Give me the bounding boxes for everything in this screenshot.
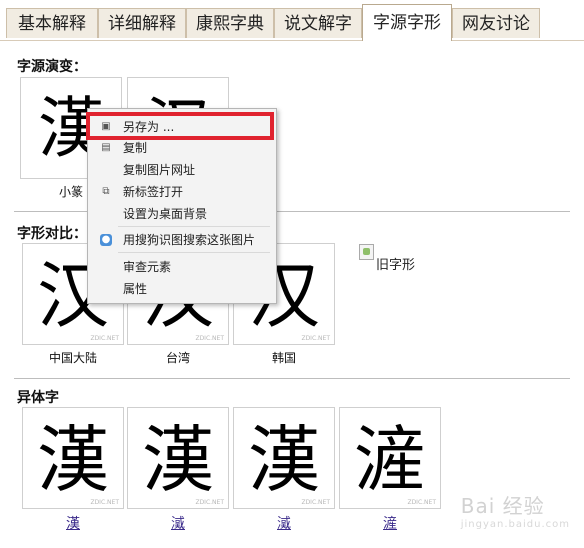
tab-basic[interactable]: 基本解释 (6, 8, 98, 38)
old-glyph-label: 旧字形 (376, 258, 416, 273)
variant-image[interactable]: 漢 ZDIC.NET (233, 407, 335, 509)
watermark-sub: jingyan.baidu.com (460, 519, 570, 530)
variant-image[interactable]: 滻 ZDIC.NET (339, 407, 441, 509)
variant-link[interactable]: 㵄 (233, 513, 335, 533)
menu-item-label: 复制 (123, 141, 148, 155)
menu-separator (118, 226, 270, 227)
char-caption: 韩国 (271, 351, 296, 365)
tab-ziyuan[interactable]: 字源字形 (362, 4, 452, 41)
section-title-variants: 异体字 (17, 390, 59, 406)
menu-item-sogou-search[interactable]: ● 用搜狗识图搜索这张图片 (88, 230, 276, 250)
menu-item-label: 新标签打开 (123, 185, 184, 199)
site-watermark: ZDIC.NET (301, 335, 330, 342)
divider (14, 378, 570, 379)
menu-item-inspect[interactable]: 审查元素 (88, 257, 276, 277)
sogou-search-icon: ● (100, 234, 112, 246)
tab-discussion[interactable]: 网友讨论 (452, 8, 540, 38)
tab-kangxi[interactable]: 康熙字典 (186, 8, 274, 38)
char-glyph: 漢 (141, 417, 214, 502)
menu-item-open-new-tab[interactable]: ⧉ 新标签打开 (88, 182, 276, 202)
section-title-evolution: 字源演变： (17, 59, 87, 75)
site-watermark: ZDIC.NET (407, 499, 436, 506)
menu-item-label: 审查元素 (123, 260, 172, 274)
broken-image-icon[interactable] (359, 244, 374, 260)
char-glyph: 漢 (36, 417, 109, 502)
new-tab-icon: ⧉ (102, 186, 110, 197)
char-glyph: 漢 (247, 417, 320, 502)
menu-item-label: 用搜狗识图搜索这张图片 (123, 233, 256, 247)
site-watermark: ZDIC.NET (195, 499, 224, 506)
site-watermark: ZDIC.NET (90, 335, 119, 342)
menu-item-properties[interactable]: 属性 (88, 279, 276, 299)
menu-separator (118, 252, 270, 253)
menu-item-label: 设置为桌面背景 (123, 207, 208, 221)
menu-item-copy[interactable]: ▤ 复制 (88, 138, 276, 158)
menu-item-set-wallpaper[interactable]: 设置为桌面背景 (88, 204, 276, 224)
char-glyph: 滻 (353, 417, 426, 502)
watermark-main: Bai 经验 (460, 494, 545, 518)
variant-image[interactable]: 漢 ZDIC.NET (127, 407, 229, 509)
highlight-box (86, 112, 274, 140)
tab-shuowen[interactable]: 说文解字 (274, 8, 362, 38)
tab-detail[interactable]: 详细解释 (98, 8, 186, 38)
menu-item-copy-image-url[interactable]: 复制图片网址 (88, 160, 276, 180)
tab-bar: 基本解释 详细解释 康熙字典 说文解字 字源字形 网友讨论 (0, 0, 584, 41)
variant-link[interactable]: 滻 (339, 513, 441, 533)
site-watermark: ZDIC.NET (90, 499, 119, 506)
menu-item-label: 复制图片网址 (123, 163, 196, 177)
site-watermark: ZDIC.NET (301, 499, 330, 506)
variant-image[interactable]: 漢 ZDIC.NET (22, 407, 124, 509)
char-caption: 台湾 (165, 351, 190, 365)
menu-item-label: 属性 (123, 282, 148, 296)
char-caption: 中国大陆 (48, 351, 97, 365)
site-watermark: ZDIC.NET (195, 335, 224, 342)
page-watermark: Bai 经验 jingyan.baidu.com (461, 490, 570, 530)
variant-link[interactable]: 㵄 (127, 513, 229, 533)
section-title-compare: 字形对比： (17, 226, 87, 242)
copy-icon: ▤ (101, 142, 111, 153)
variant-link[interactable]: 漢 (22, 513, 124, 533)
